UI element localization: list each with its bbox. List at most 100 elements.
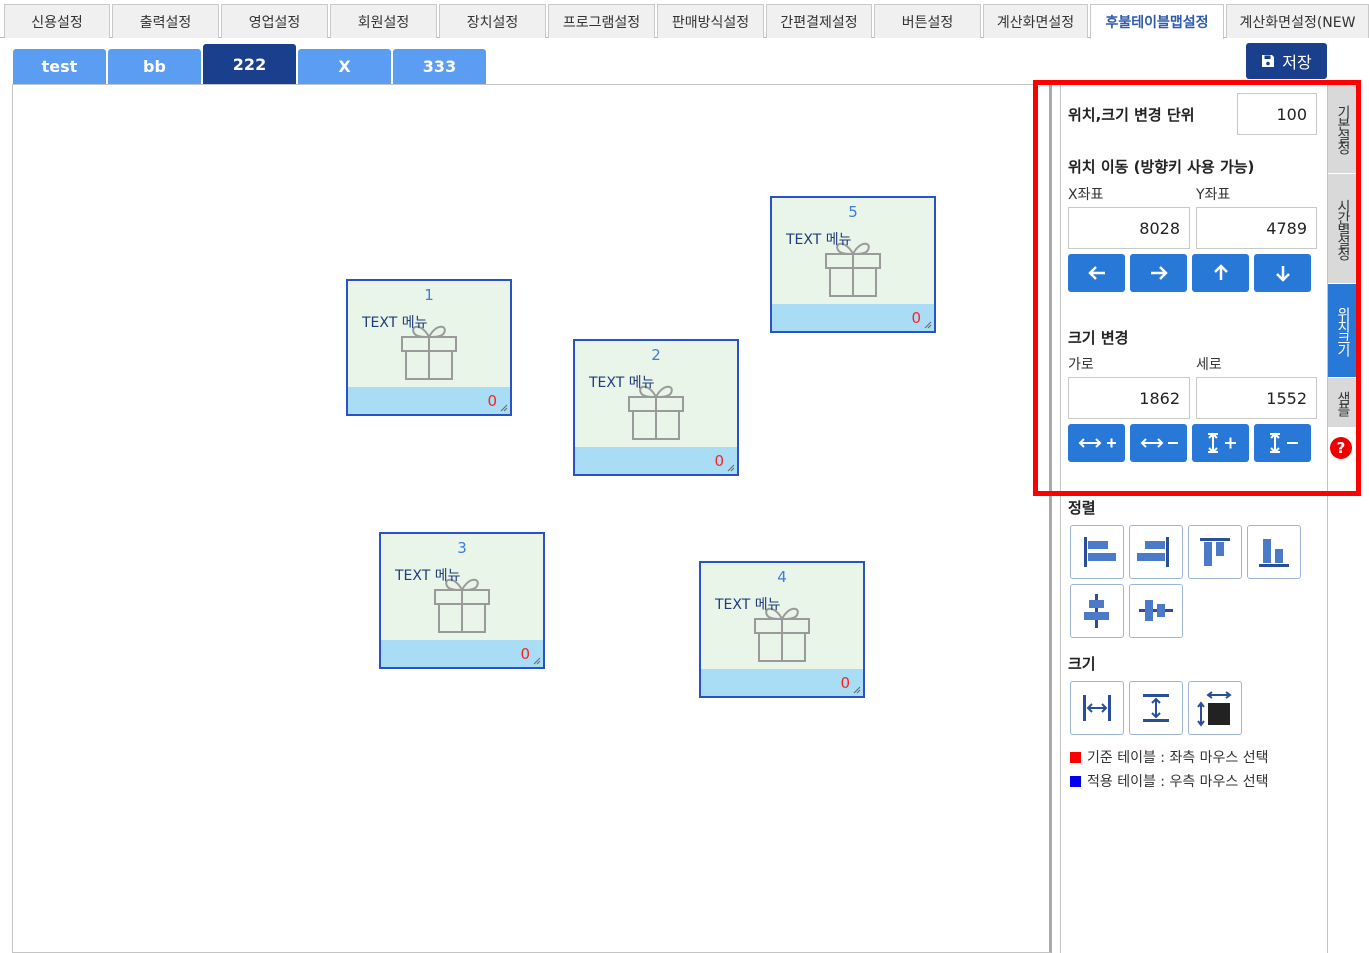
align-center-vertical-button[interactable]: [1129, 584, 1183, 638]
layout-tab-test[interactable]: test: [13, 49, 106, 84]
same-height-button[interactable]: [1129, 681, 1183, 735]
arrow-right-icon: [1150, 266, 1168, 280]
width-decrease-button[interactable]: [1130, 424, 1187, 462]
resize-handle-icon[interactable]: [533, 657, 541, 665]
height-decrease-button[interactable]: [1254, 424, 1311, 462]
height-label: 세로: [1196, 357, 1222, 373]
table-footer: [348, 387, 510, 414]
same-size-icon: [1197, 691, 1232, 727]
table-text: TEXT 메뉴: [786, 232, 852, 248]
move-down-button[interactable]: [1254, 254, 1311, 292]
unit-label: 위치,크기 변경 단위: [1068, 106, 1195, 124]
blue-square-icon: [1070, 776, 1081, 787]
same-height-icon: [1143, 694, 1169, 722]
height-minus-icon: [1269, 432, 1298, 454]
y-coord-input[interactable]: [1196, 207, 1317, 249]
same-size-button[interactable]: [1188, 681, 1242, 735]
move-up-button[interactable]: [1192, 254, 1249, 292]
layout-tab-333[interactable]: 333: [393, 49, 486, 84]
height-increase-button[interactable]: [1192, 424, 1249, 462]
table-text: TEXT 메뉴: [589, 375, 655, 391]
tab-business-settings[interactable]: 영업설정: [221, 4, 328, 38]
height-plus-icon: [1207, 432, 1236, 454]
tab-member-settings[interactable]: 회원설정: [330, 4, 437, 38]
same-width-icon: [1083, 695, 1111, 721]
align-left-button[interactable]: [1070, 525, 1124, 579]
table-count: 0: [520, 645, 530, 663]
align-left-icon: [1084, 537, 1116, 567]
tab-print-settings[interactable]: 출력설정: [112, 4, 219, 38]
sizing-label: 크기: [1068, 655, 1096, 673]
x-coord-label: X좌표: [1068, 187, 1104, 203]
tab-device-settings[interactable]: 장치설정: [439, 4, 546, 38]
table-3[interactable]: 3 TEXT 메뉴 0: [379, 532, 545, 669]
table-4[interactable]: 4 TEXT 메뉴 0: [699, 561, 865, 698]
tab-checkout-screen-settings-new[interactable]: 계산화면설정(NEW: [1226, 4, 1369, 38]
red-square-icon: [1070, 752, 1081, 763]
align-top-button[interactable]: [1188, 525, 1242, 579]
width-minus-icon: [1140, 438, 1178, 448]
x-coord-input[interactable]: [1068, 207, 1190, 249]
align-bottom-icon: [1259, 539, 1289, 567]
side-tab-position-size[interactable]: 위치크기: [1328, 284, 1358, 378]
same-width-button[interactable]: [1070, 681, 1124, 735]
move-right-button[interactable]: [1130, 254, 1187, 292]
table-number: 2: [651, 346, 661, 364]
unit-input[interactable]: [1237, 93, 1317, 135]
table-5[interactable]: 5 TEXT 메뉴 0: [770, 196, 936, 333]
arrow-down-icon: [1275, 266, 1290, 282]
width-input[interactable]: [1068, 377, 1190, 419]
layout-tab-222[interactable]: 222: [203, 44, 296, 84]
y-coord-label: Y좌표: [1196, 187, 1231, 203]
width-increase-button[interactable]: [1068, 424, 1125, 462]
tab-button-settings[interactable]: 버튼설정: [874, 4, 981, 38]
table-number: 3: [457, 539, 467, 557]
align-label: 정렬: [1068, 499, 1096, 517]
align-center-v-icon: [1139, 600, 1173, 621]
arrow-up-icon: [1213, 264, 1228, 280]
save-button[interactable]: 저장: [1246, 43, 1327, 79]
legend-apply-table: 적용 테이블 : 우측 마우스 선택: [1070, 771, 1269, 791]
width-plus-icon: [1078, 438, 1116, 448]
tab-easy-payment-settings[interactable]: 간편결제설정: [766, 4, 872, 38]
align-top-icon: [1200, 538, 1230, 566]
save-label: 저장: [1282, 53, 1312, 72]
side-tab-time-settings[interactable]: 시간별설정: [1328, 174, 1358, 284]
table-2[interactable]: 2 TEXT 메뉴 0: [573, 339, 739, 476]
settings-tab-bar: 신용설정 출력설정 영업설정 회원설정 장치설정 프로그램설정 판매방식설정 간…: [0, 0, 1369, 39]
resize-handle-icon[interactable]: [924, 321, 932, 329]
table-map-canvas[interactable]: 1 TEXT 메뉴 0 2 TEXT 메뉴 0 3 TEXT 메뉴 0 4 TE…: [12, 84, 1052, 953]
legend-reference-table: 기준 테이블 : 좌측 마우스 선택: [1070, 747, 1269, 767]
table-number: 5: [848, 203, 858, 221]
height-input[interactable]: [1196, 377, 1317, 419]
side-tab-sample[interactable]: 샘플: [1328, 378, 1358, 428]
table-footer: [381, 640, 543, 667]
resize-handle-icon[interactable]: [500, 404, 508, 412]
resize-handle-icon[interactable]: [727, 464, 735, 472]
arrow-left-icon: [1087, 266, 1105, 280]
table-1[interactable]: 1 TEXT 메뉴 0: [346, 279, 512, 416]
layout-tab-x[interactable]: X: [298, 49, 391, 84]
move-left-button[interactable]: [1068, 254, 1125, 292]
tab-sales-method-settings[interactable]: 판매방식설정: [657, 4, 764, 38]
table-text: TEXT 메뉴: [395, 568, 461, 584]
tab-checkout-screen-settings[interactable]: 계산화면설정: [983, 4, 1088, 38]
table-count: 0: [911, 309, 921, 327]
table-footer: [701, 669, 863, 696]
table-text: TEXT 메뉴: [362, 315, 428, 331]
table-text: TEXT 메뉴: [715, 597, 781, 613]
table-number: 4: [777, 568, 787, 586]
align-right-button[interactable]: [1129, 525, 1183, 579]
tab-credit-settings[interactable]: 신용설정: [4, 4, 110, 38]
align-bottom-button[interactable]: [1247, 525, 1301, 579]
table-count: 0: [487, 392, 497, 410]
side-tab-basic-settings[interactable]: 기본설정: [1328, 84, 1358, 174]
help-icon[interactable]: ?: [1330, 437, 1352, 459]
tab-program-settings[interactable]: 프로그램설정: [548, 4, 655, 38]
tab-deferred-table-map-settings[interactable]: 후불테이블맵설정: [1090, 4, 1224, 39]
layout-tab-bb[interactable]: bb: [108, 49, 201, 84]
resize-handle-icon[interactable]: [853, 686, 861, 694]
floppy-disk-icon: [1262, 55, 1275, 67]
align-center-horizontal-button[interactable]: [1070, 584, 1124, 638]
move-label: 위치 이동 (방향키 사용 가능): [1068, 158, 1255, 176]
